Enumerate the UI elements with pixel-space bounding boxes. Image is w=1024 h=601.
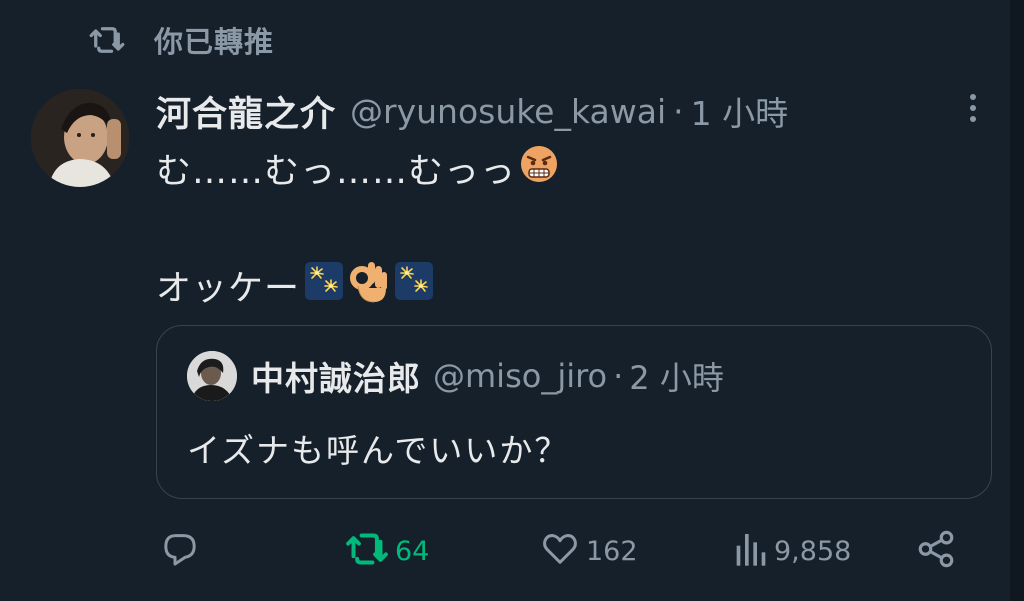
views-icon [732,529,768,573]
retweet-count: 64 [395,535,430,567]
tweet-text-2: オッケー [156,268,301,309]
quoted-timestamp[interactable]: 2 小時 [629,353,724,399]
more-vertical-icon [968,92,978,128]
share-button[interactable] [915,528,957,574]
retweet-active-icon [345,531,389,571]
quoted-tweet-header: 中村誠治郎 @miso_jiro · 2 小時 [251,354,724,398]
fireworks-emoji-icon-2 [393,260,435,311]
retweet-icon [88,22,128,58]
separator-dot: · [673,91,684,131]
quoted-tweet-card[interactable]: 中村誠治郎 @miso_jiro · 2 小時 イズナも呼んでいいか？ [156,325,992,499]
tweet-page: 你已轉推 河合龍之介 @ryunosuke_kawai · 1 小時 む……むっ… [0,0,1024,601]
author-avatar[interactable] [31,89,129,187]
fireworks-emoji-icon [303,260,345,311]
reply-icon [160,529,200,573]
tweet-text-line-1: む……むっ……むっっ [156,143,559,193]
share-icon [915,528,957,574]
retweet-context: 你已轉推 [88,20,274,60]
scrollbar-track[interactable] [1010,0,1024,601]
author-handle[interactable]: @ryunosuke_kawai [350,92,666,131]
ok-hand-emoji-icon [348,258,390,313]
tweet-header: 河合龍之介 @ryunosuke_kawai · 1 小時 [156,86,788,136]
angry-face-emoji-icon [519,144,559,193]
quoted-tweet-text: イズナも呼んでいいか？ [187,431,570,470]
heart-icon [540,529,580,573]
quoted-handle[interactable]: @miso_jiro [433,357,607,395]
tweet-timestamp[interactable]: 1 小時 [691,87,789,135]
like-count: 162 [586,535,638,567]
tweet-text-line-2: オッケー [156,258,435,312]
quoted-author-avatar[interactable] [187,351,237,401]
retweet-context-text: 你已轉推 [154,25,275,59]
views-button[interactable]: 9,858 [732,528,851,574]
views-count: 9,858 [774,535,852,567]
author-display-name[interactable]: 河合龍之介 [156,86,336,137]
tweet-text-1: む……むっ……むっっ [156,151,517,192]
quoted-display-name[interactable]: 中村誠治郎 [251,352,421,400]
like-button[interactable]: 162 [540,528,638,574]
reply-button[interactable] [160,528,200,574]
quoted-separator-dot: · [613,357,624,395]
more-options-button[interactable] [958,90,988,130]
retweet-button[interactable]: 64 [345,528,429,574]
